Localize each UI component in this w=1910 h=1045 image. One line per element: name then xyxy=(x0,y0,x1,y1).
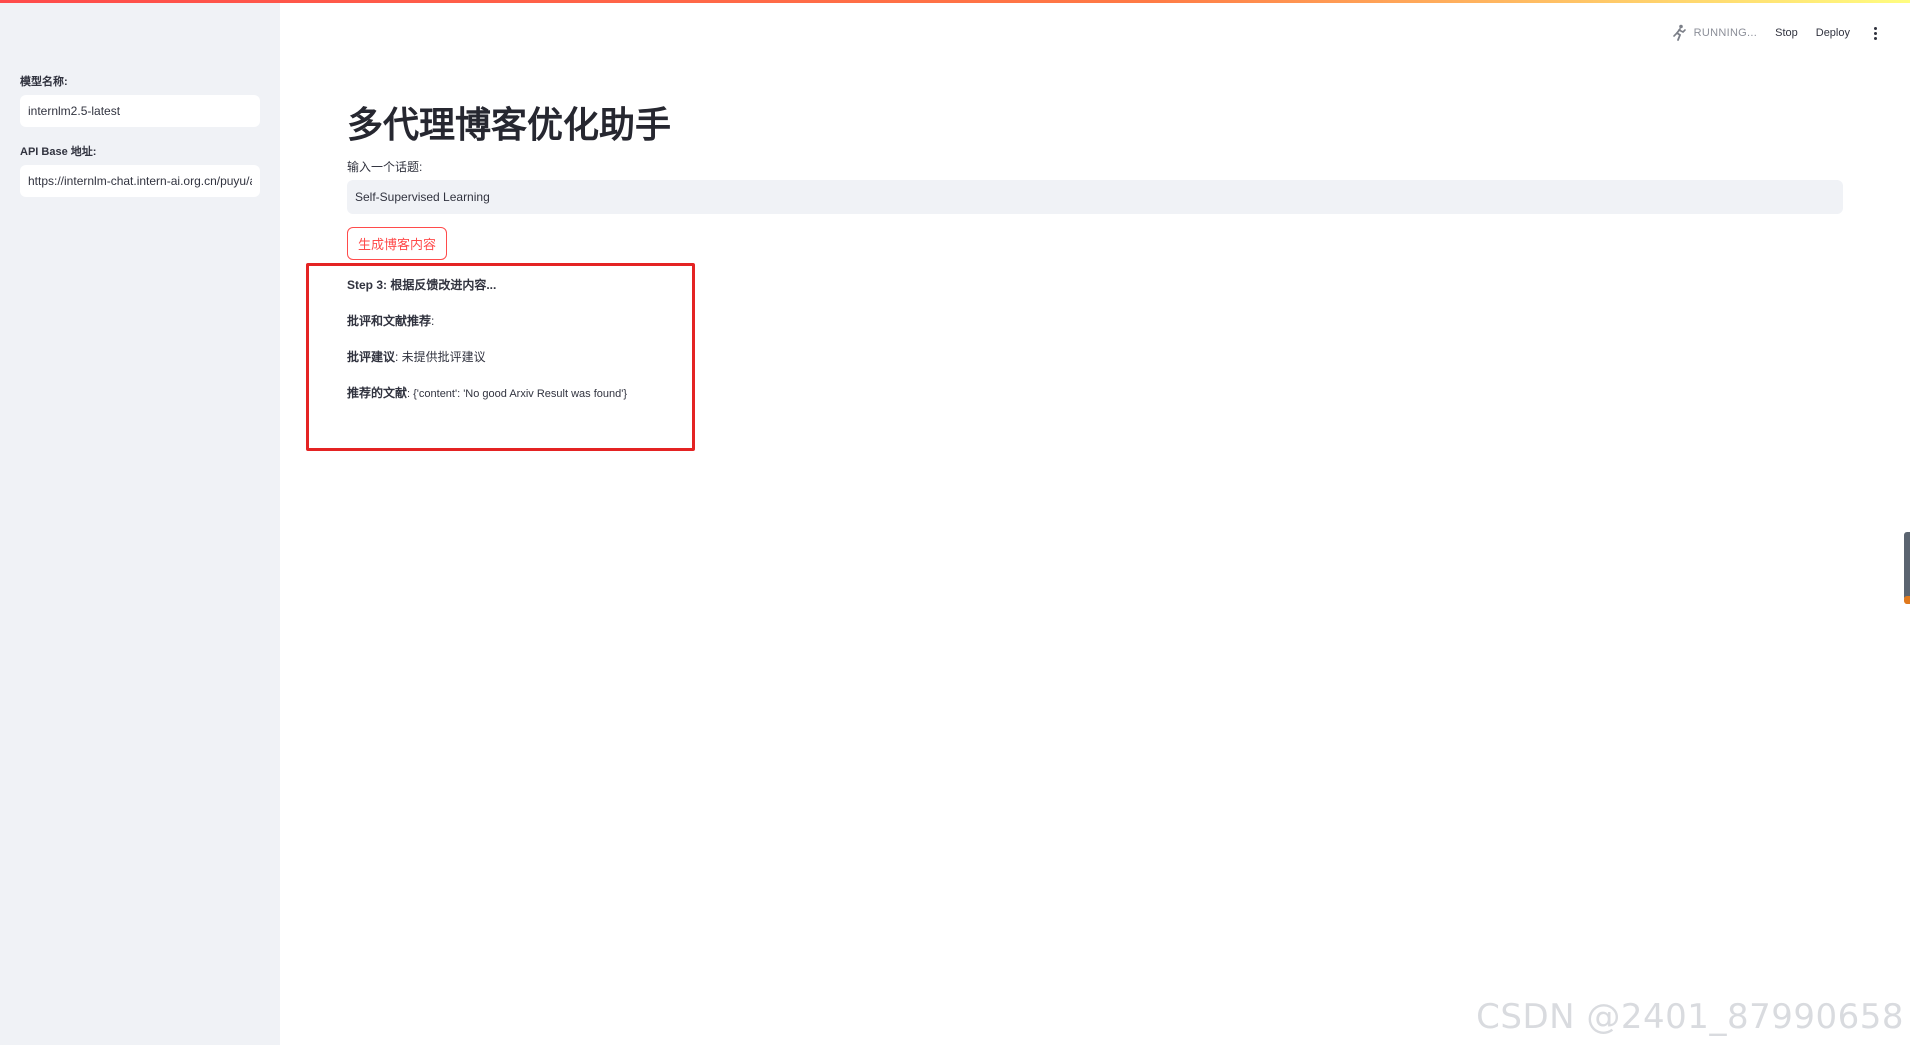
result-output: Step 3: 根据反馈改进内容... 批评和文献推荐: 批评建议: 未提供批评… xyxy=(347,276,627,421)
top-decoration-bar xyxy=(0,0,1910,3)
critique-suggestion-value: : 未提供批评建议 xyxy=(395,350,486,364)
sidebar: 模型名称: API Base 地址: xyxy=(0,3,280,1045)
critique-heading: 批评和文献推荐: xyxy=(347,312,627,330)
page-title: 多代理博客优化助手 xyxy=(347,104,672,145)
recommended-literature-label: 推荐的文献 xyxy=(347,386,408,400)
critique-heading-colon: : xyxy=(431,314,435,328)
scroll-handle[interactable] xyxy=(1904,532,1910,604)
model-name-label: 模型名称: xyxy=(20,76,68,88)
generate-blog-button[interactable]: 生成博客内容 xyxy=(347,227,448,260)
step-status: Step 3: 根据反馈改进内容... xyxy=(347,276,627,294)
watermark: CSDN @2401_87990658 xyxy=(1476,997,1904,1037)
api-base-input[interactable] xyxy=(20,165,260,197)
topic-input[interactable] xyxy=(347,180,1843,214)
critique-suggestion: 批评建议: 未提供批评建议 xyxy=(347,348,627,366)
recommended-literature: 推荐的文献: {'content': 'No good Arxiv Result… xyxy=(347,384,627,403)
running-status-text: RUNNING... xyxy=(1693,27,1758,39)
stop-button[interactable]: Stop xyxy=(1775,27,1798,39)
header-toolbar: RUNNING... Stop Deploy xyxy=(1670,22,1882,44)
topic-label: 输入一个话题: xyxy=(347,160,423,174)
deploy-button[interactable]: Deploy xyxy=(1816,27,1850,39)
api-base-label: API Base 地址: xyxy=(20,146,97,158)
running-man-icon xyxy=(1670,24,1688,42)
running-status: RUNNING... xyxy=(1670,24,1758,42)
critique-suggestion-label: 批评建议 xyxy=(347,350,396,364)
model-name-input[interactable] xyxy=(20,95,260,127)
more-vertical-icon[interactable] xyxy=(1868,25,1882,41)
recommended-literature-value: : {'content': 'No good Arxiv Result was … xyxy=(407,388,627,400)
critique-heading-text: 批评和文献推荐 xyxy=(347,314,432,328)
step-status-text: Step 3: 根据反馈改进内容... xyxy=(347,278,497,292)
